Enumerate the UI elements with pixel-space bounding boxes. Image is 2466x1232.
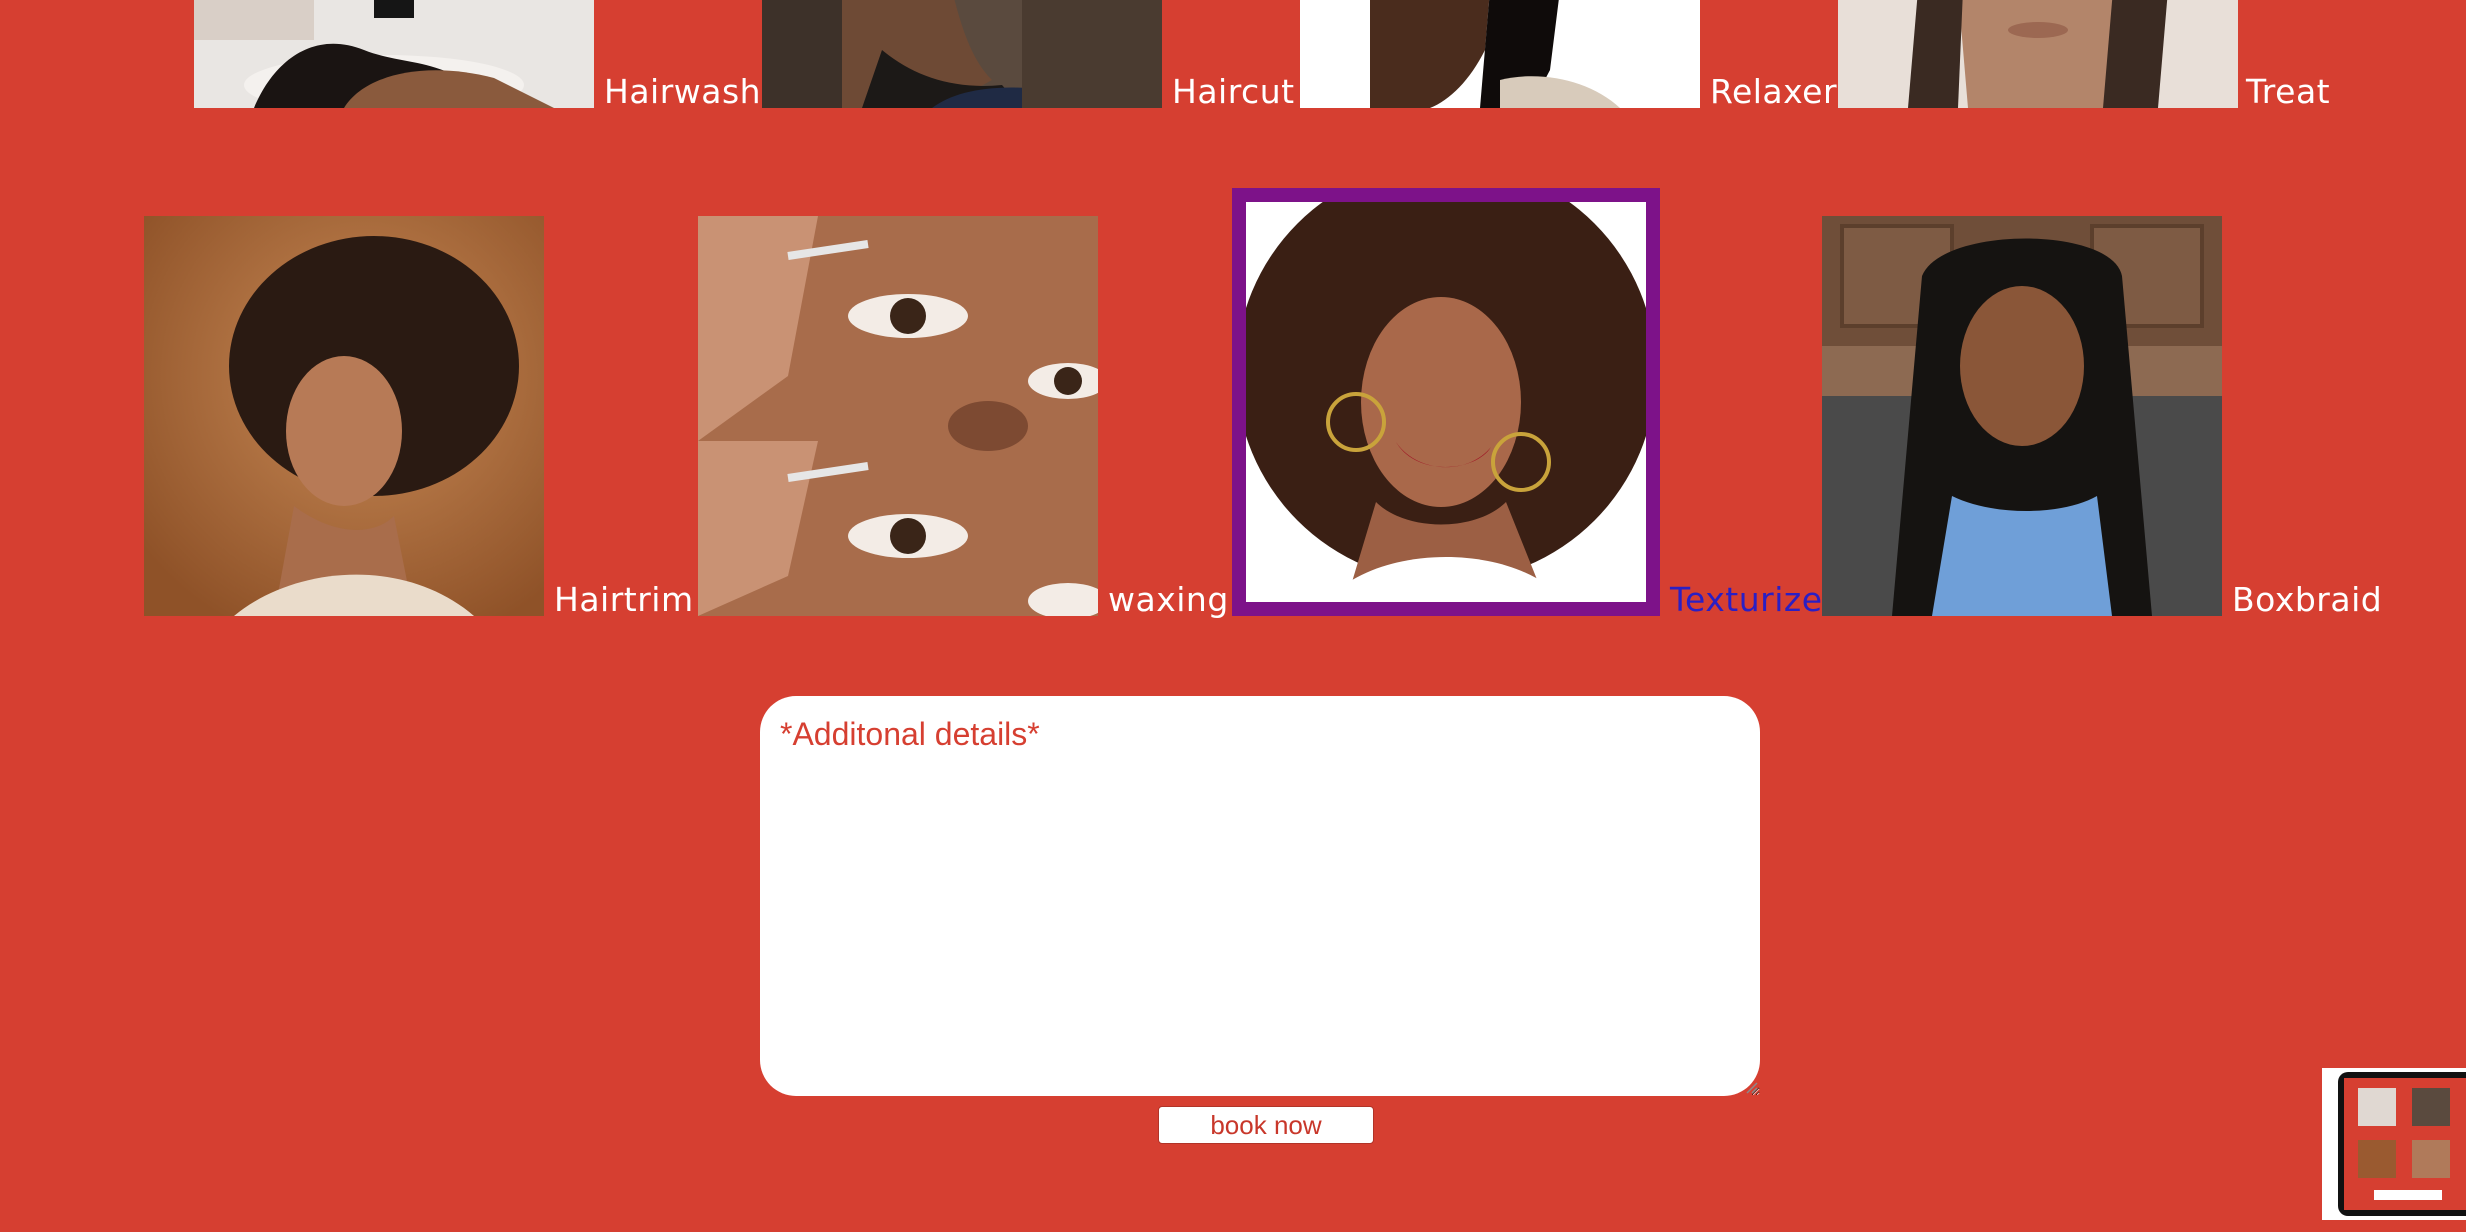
- boxbraid-label: Boxbraid: [2232, 580, 2383, 619]
- resize-grip-icon[interactable]: [1744, 1080, 1758, 1094]
- relaxer-photo[interactable]: [1300, 0, 1700, 108]
- screenshot-thumbnail[interactable]: [2322, 1068, 2466, 1220]
- hairtrim-label: Hairtrim: [554, 580, 694, 619]
- waxing-photo[interactable]: [698, 216, 1098, 616]
- hairwash-label: Hairwash: [604, 72, 762, 111]
- relaxer-label: Relaxer: [1710, 72, 1838, 111]
- book-now-button[interactable]: book now: [1158, 1106, 1374, 1144]
- thumbnail-preview-icon: [2344, 1078, 2466, 1210]
- additional-details-textarea[interactable]: [760, 696, 1760, 1096]
- thumbnail-screen: [2344, 1078, 2466, 1210]
- hairwash-photo[interactable]: [194, 0, 594, 108]
- texturize-label: Texturize: [1670, 580, 1823, 619]
- treat-photo[interactable]: [1838, 0, 2238, 108]
- thumbnail-frame: [2338, 1072, 2466, 1216]
- boxbraid-photo[interactable]: [1822, 216, 2222, 616]
- waxing-label: waxing: [1108, 580, 1229, 619]
- texturize-photo[interactable]: [1246, 202, 1646, 602]
- hairtrim-photo[interactable]: [144, 216, 544, 616]
- haircut-photo[interactable]: [762, 0, 1162, 108]
- treat-label: Treat: [2246, 72, 2331, 111]
- haircut-label: Haircut: [1172, 72, 1295, 111]
